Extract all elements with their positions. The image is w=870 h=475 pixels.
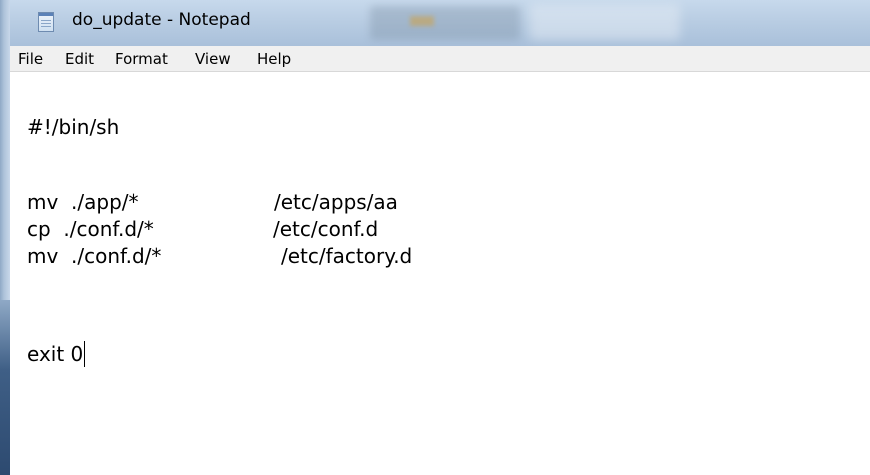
notepad-icon: [38, 12, 54, 32]
menu-edit[interactable]: Edit: [65, 50, 94, 68]
code-line-4-target: /etc/conf.d: [273, 217, 379, 241]
title-bar[interactable]: do_update - Notepad: [10, 0, 870, 46]
background-blur: [370, 6, 520, 40]
window-title: do_update - Notepad: [72, 10, 251, 30]
menu-format[interactable]: Format: [115, 50, 168, 68]
code-line-7: exit 0: [27, 342, 84, 366]
code-line-4: cp ./conf.d/*: [27, 217, 154, 241]
menu-bar: File Edit Format View Help: [10, 46, 870, 72]
code-line-3-target: /etc/apps/aa: [274, 190, 398, 214]
background-blur: [530, 4, 680, 40]
background-blur: [410, 16, 434, 26]
text-editor[interactable]: #!/bin/sh mv ./app/* /etc/apps/aa cp ./c…: [10, 72, 870, 475]
code-line-1: #!/bin/sh: [27, 115, 120, 139]
text-caret: [84, 341, 85, 367]
menu-view[interactable]: View: [195, 50, 231, 68]
code-line-5: mv ./conf.d/*: [27, 244, 162, 268]
code-line-3: mv ./app/*: [27, 190, 139, 214]
notepad-window: do_update - Notepad File Edit Format Vie…: [0, 0, 870, 475]
code-line-5-target: /etc/factory.d: [281, 244, 413, 268]
menu-file[interactable]: File: [18, 50, 43, 68]
menu-help[interactable]: Help: [257, 50, 291, 68]
window-left-border-shadow: [0, 300, 10, 475]
